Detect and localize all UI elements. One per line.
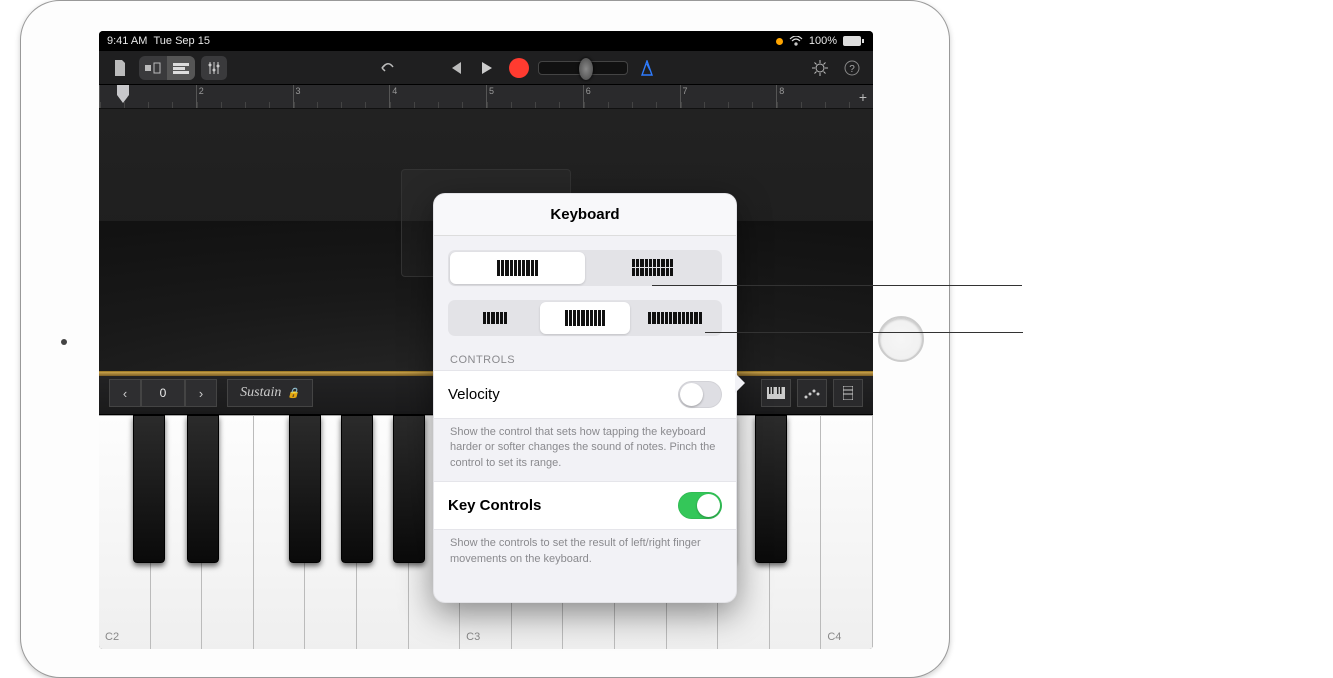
double-row-option[interactable]: [585, 252, 720, 284]
my-songs-button[interactable]: [107, 56, 133, 80]
svg-text:?: ?: [849, 64, 855, 75]
popover-arrow: [735, 373, 745, 393]
white-key[interactable]: [357, 415, 409, 649]
callout-line-1: [652, 285, 1022, 286]
ruler[interactable]: 2 3 4 5 6 7 8 +: [99, 85, 873, 109]
keyboard-size-segment[interactable]: [448, 300, 722, 336]
white-key[interactable]: [770, 415, 822, 649]
settings-button[interactable]: [807, 56, 833, 80]
sustain-button[interactable]: Sustain 🔒: [227, 379, 313, 407]
white-key[interactable]: [254, 415, 306, 649]
keyboard-layout-button[interactable]: [761, 379, 791, 407]
lock-icon: 🔒: [287, 388, 299, 399]
metronome-button[interactable]: [634, 56, 660, 80]
octave-up-button[interactable]: ›: [185, 379, 217, 407]
white-key[interactable]: [821, 415, 873, 649]
tracks-view-icon[interactable]: [167, 56, 195, 80]
single-row-option[interactable]: [450, 252, 585, 284]
velocity-label: Velocity: [448, 386, 500, 403]
controls-section-label: CONTROLS: [450, 354, 720, 366]
camera-dot: [61, 339, 67, 345]
browser-view-icon[interactable]: [139, 56, 167, 80]
undo-button[interactable]: [374, 56, 400, 80]
size-medium-option[interactable]: [540, 302, 630, 334]
master-volume-slider[interactable]: [538, 61, 628, 75]
arpeggiator-button[interactable]: [797, 379, 827, 407]
octave-display: 0: [141, 379, 185, 407]
keycontrols-description: Show the controls to set the result of l…: [434, 530, 736, 577]
keyboard-rows-segment[interactable]: [448, 250, 722, 286]
view-switch[interactable]: [139, 56, 195, 80]
size-large-option[interactable]: [630, 302, 720, 334]
goto-start-button[interactable]: [442, 56, 468, 80]
size-small-option[interactable]: [450, 302, 540, 334]
velocity-description: Show the control that sets how tapping t…: [434, 419, 736, 481]
record-button[interactable]: [506, 56, 532, 80]
add-section-button[interactable]: +: [859, 89, 867, 105]
battery-label: 100%: [809, 35, 837, 47]
wifi-icon: [789, 36, 803, 46]
velocity-switch[interactable]: [678, 381, 722, 408]
toolbar: ?: [99, 51, 873, 85]
callout-line-2: [705, 332, 1023, 333]
keycontrols-label: Key Controls: [448, 497, 541, 514]
keyboard-settings-popover: Keyboard CONTROLS: [433, 193, 737, 603]
white-key[interactable]: [99, 415, 151, 649]
white-key[interactable]: [305, 415, 357, 649]
white-key[interactable]: [151, 415, 203, 649]
white-key[interactable]: [202, 415, 254, 649]
recording-dot-icon: [776, 38, 783, 45]
status-bar: 9:41 AM Tue Sep 15 100%: [99, 31, 873, 51]
battery-icon: [843, 36, 865, 46]
play-button[interactable]: [474, 56, 500, 80]
popover-title: Keyboard: [434, 194, 736, 236]
status-time: 9:41 AM Tue Sep 15: [107, 35, 210, 47]
keycontrols-switch[interactable]: [678, 492, 722, 519]
velocity-row[interactable]: Velocity: [434, 370, 736, 419]
track-controls-button[interactable]: [201, 56, 227, 80]
home-button[interactable]: [878, 316, 924, 362]
octave-down-button[interactable]: ‹: [109, 379, 141, 407]
ipad-frame: 9:41 AM Tue Sep 15 100%: [20, 0, 950, 678]
keycontrols-row[interactable]: Key Controls: [434, 481, 736, 530]
scale-button[interactable]: [833, 379, 863, 407]
help-button[interactable]: ?: [839, 56, 865, 80]
